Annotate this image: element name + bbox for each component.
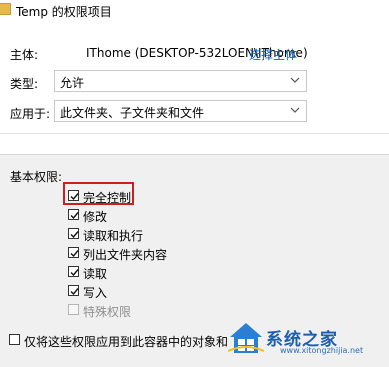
title-bar: Temp 的权限项目 bbox=[0, 0, 389, 22]
perm-label: 列出文件夹内容 bbox=[83, 248, 168, 262]
type-select-value: 允许 bbox=[60, 76, 85, 90]
applies-to-select-value: 此文件夹、子文件夹和文件 bbox=[60, 106, 205, 120]
checkbox[interactable] bbox=[68, 228, 79, 239]
checkbox[interactable] bbox=[68, 285, 79, 296]
permissions-group-border bbox=[0, 154, 389, 155]
applies-to-select[interactable]: 此文件夹、子文件夹和文件 bbox=[54, 100, 307, 122]
type-label: 类型: bbox=[10, 77, 39, 91]
folder-icon bbox=[0, 3, 11, 15]
checkbox[interactable] bbox=[68, 209, 79, 220]
applies-to-label: 应用于: bbox=[10, 107, 51, 121]
type-select[interactable]: 允许 bbox=[54, 70, 307, 92]
basic-permissions-heading: 基本权限: bbox=[10, 170, 63, 184]
select-principal-link[interactable]: 选择主体 bbox=[249, 46, 297, 63]
perm-label: 读取 bbox=[83, 267, 108, 281]
window-title: Temp 的权限项目 bbox=[16, 5, 112, 19]
perm-label: 特殊权限 bbox=[83, 305, 132, 319]
checkbox bbox=[68, 304, 79, 315]
perm-label: 读取和执行 bbox=[83, 229, 144, 243]
section-divider bbox=[0, 133, 389, 134]
apply-container-label: 仅将这些权限应用到此容器中的对象和 bbox=[24, 335, 229, 349]
principal-label: 主体: bbox=[10, 48, 39, 62]
checkbox[interactable] bbox=[68, 247, 79, 258]
apply-container-option[interactable]: 仅将这些权限应用到此容器中的对象和 bbox=[9, 332, 239, 350]
full-control-highlight bbox=[63, 182, 134, 205]
chevron-down-icon bbox=[290, 104, 300, 116]
watermark-url: www.xitongzhijia.net bbox=[280, 346, 364, 355]
watermark-logo bbox=[227, 321, 265, 355]
chevron-down-icon bbox=[290, 74, 300, 86]
perm-label: 写入 bbox=[83, 286, 108, 300]
perm-label: 修改 bbox=[83, 210, 108, 224]
checkbox[interactable] bbox=[68, 266, 79, 277]
checkbox[interactable] bbox=[9, 334, 20, 345]
